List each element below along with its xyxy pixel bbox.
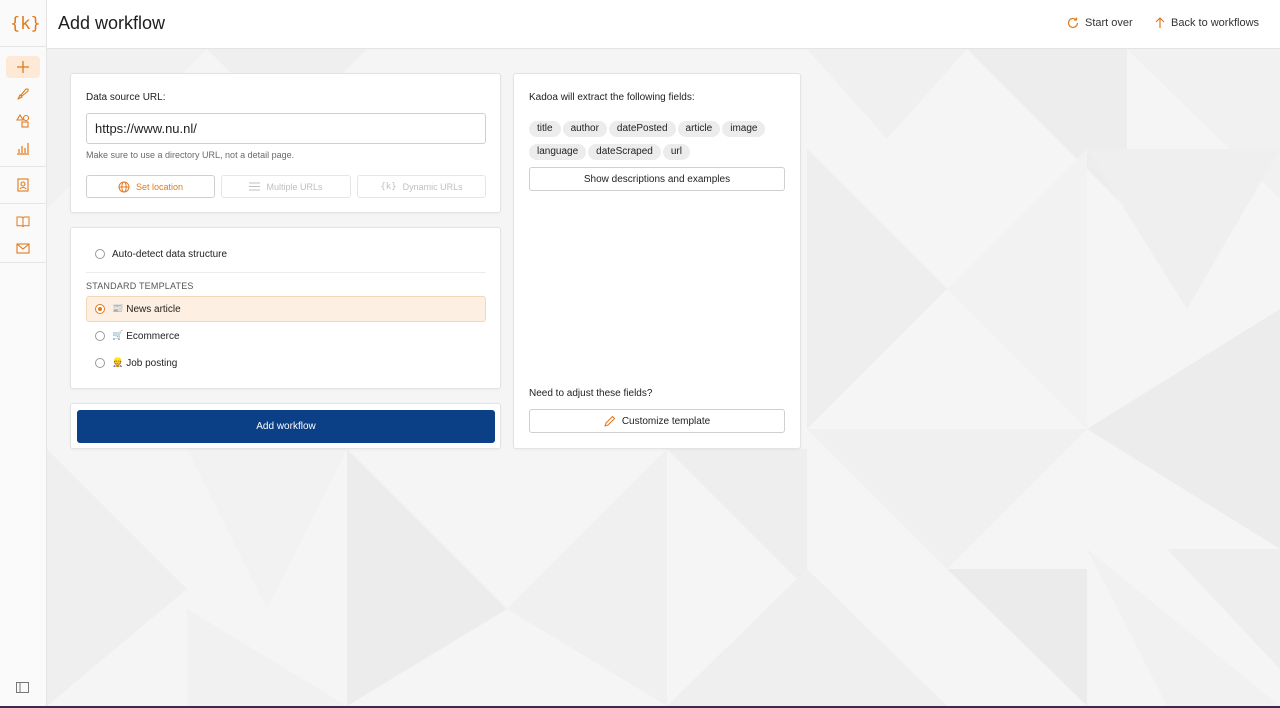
worker-icon: 👷 bbox=[112, 358, 124, 368]
sidebar-item-launch[interactable] bbox=[6, 83, 40, 105]
section-divider bbox=[86, 272, 486, 273]
sidebar-item-analytics[interactable] bbox=[6, 137, 40, 159]
sidebar-item-add-workflow[interactable] bbox=[6, 56, 40, 78]
fields-heading: Kadoa will extract the following fields: bbox=[529, 92, 695, 103]
data-source-label: Data source URL: bbox=[86, 92, 166, 103]
page-title: Add workflow bbox=[58, 13, 166, 33]
template-option-job-posting[interactable]: 👷 Job posting bbox=[86, 350, 486, 376]
data-source-card: Data source URL: Make sure to use a dire… bbox=[70, 73, 501, 213]
shapes-icon bbox=[16, 114, 30, 128]
dynamic-urls-button[interactable]: {k} Dynamic URLs bbox=[357, 175, 486, 198]
multiple-urls-label: Multiple URLs bbox=[266, 181, 323, 192]
globe-icon bbox=[118, 181, 130, 192]
news-article-label: News article bbox=[126, 303, 181, 315]
news-article-radio[interactable] bbox=[95, 304, 105, 314]
list-icon bbox=[249, 182, 261, 191]
start-over-button[interactable]: Start over bbox=[1067, 17, 1133, 29]
field-chip: article bbox=[677, 121, 721, 137]
customize-template-button[interactable]: Customize template bbox=[529, 409, 785, 433]
curly-k-icon: {k} bbox=[380, 181, 397, 192]
field-chip: title bbox=[529, 121, 561, 137]
book-icon bbox=[16, 216, 30, 228]
newspaper-icon: 📰 bbox=[112, 304, 124, 314]
sidebar-divider bbox=[0, 203, 46, 204]
sidebar-divider bbox=[0, 166, 46, 167]
job-posting-radio[interactable] bbox=[95, 358, 105, 368]
bar-chart-icon bbox=[17, 143, 29, 155]
pencil-icon bbox=[604, 415, 615, 427]
field-chip: image bbox=[722, 121, 766, 137]
template-option-ecommerce[interactable]: 🛒 Ecommerce bbox=[86, 323, 486, 349]
field-chip: dateScraped bbox=[588, 144, 661, 160]
fields-list: title author datePosted article image languag… bbox=[529, 118, 789, 164]
show-descriptions-button[interactable]: Show descriptions and examples bbox=[529, 167, 785, 191]
data-source-url-input[interactable] bbox=[86, 113, 486, 144]
multiple-urls-button[interactable]: Multiple URLs bbox=[221, 175, 351, 198]
arrow-up-icon bbox=[1155, 17, 1165, 28]
mail-icon bbox=[16, 243, 30, 254]
back-to-workflows-button[interactable]: Back to workflows bbox=[1155, 17, 1259, 29]
app-window: {k} Add workflow Start over Back to work… bbox=[0, 0, 1280, 708]
sidebar-item-shapes[interactable] bbox=[6, 110, 40, 132]
sidebar-item-contact[interactable] bbox=[6, 237, 40, 259]
dynamic-urls-label: Dynamic URLs bbox=[402, 181, 463, 192]
field-chip: datePosted bbox=[608, 121, 676, 137]
sidebar: {k} bbox=[0, 0, 47, 706]
shopping-cart-icon: 🛒 bbox=[112, 331, 124, 341]
auto-detect-radio[interactable] bbox=[95, 249, 105, 259]
sidebar-toggle-icon[interactable] bbox=[16, 682, 29, 693]
ecommerce-radio[interactable] bbox=[95, 331, 105, 341]
submit-card: Add workflow bbox=[70, 403, 501, 449]
rocket-icon bbox=[17, 88, 29, 100]
add-workflow-button[interactable]: Add workflow bbox=[77, 410, 495, 443]
page-header: Add workflow Start over Back to workflow… bbox=[47, 0, 1280, 49]
ecommerce-label: Ecommerce bbox=[126, 330, 180, 342]
url-hint: Make sure to use a directory URL, not a … bbox=[86, 150, 295, 160]
sidebar-item-contacts[interactable] bbox=[6, 174, 40, 196]
sidebar-item-docs[interactable] bbox=[6, 211, 40, 233]
templates-heading: STANDARD TEMPLATES bbox=[86, 281, 194, 291]
template-option-news-article[interactable]: 📰 News article bbox=[86, 296, 486, 322]
auto-detect-label: Auto-detect data structure bbox=[112, 248, 228, 260]
fields-panel: Kadoa will extract the following fields:… bbox=[513, 73, 801, 449]
sidebar-divider bbox=[0, 46, 46, 47]
refresh-icon bbox=[1067, 17, 1079, 29]
set-location-label: Set location bbox=[135, 181, 184, 192]
kadoa-logo[interactable]: {k} bbox=[10, 10, 41, 38]
adjust-fields-prompt: Need to adjust these fields? bbox=[529, 388, 653, 399]
data-structure-card: Auto-detect data structure STANDARD TEMP… bbox=[70, 227, 501, 389]
job-posting-label: Job posting bbox=[126, 357, 178, 369]
field-chip: author bbox=[562, 121, 607, 137]
back-to-workflows-label: Back to workflows bbox=[1171, 17, 1260, 29]
field-chip: language bbox=[529, 144, 587, 160]
plus-icon bbox=[17, 61, 29, 73]
start-over-label: Start over bbox=[1085, 17, 1133, 29]
field-chip: url bbox=[662, 144, 690, 160]
set-location-button[interactable]: Set location bbox=[86, 175, 215, 198]
contact-card-icon bbox=[17, 178, 29, 192]
customize-template-label: Customize template bbox=[621, 415, 711, 427]
auto-detect-option[interactable]: Auto-detect data structure bbox=[86, 241, 486, 267]
sidebar-divider bbox=[0, 262, 46, 263]
